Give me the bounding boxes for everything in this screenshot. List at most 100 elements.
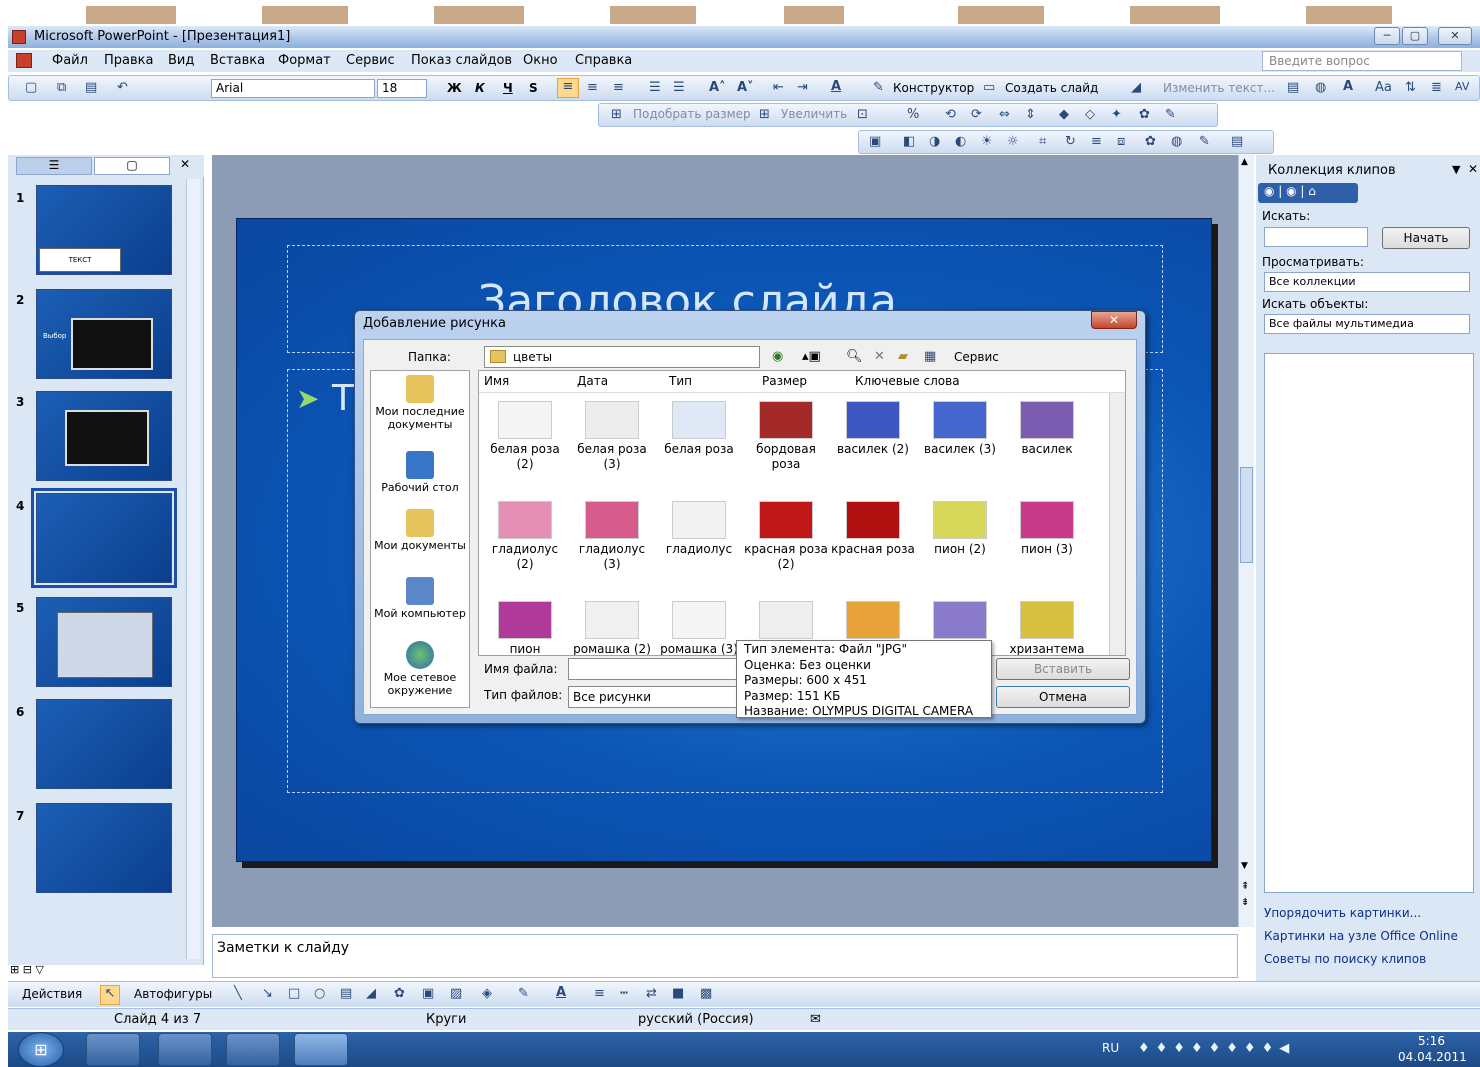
wordart-vertical-icon[interactable]: ⇅ xyxy=(1405,80,1416,95)
file-thumbnail-item[interactable]: гладиолус (3) xyxy=(570,501,654,572)
wordart-insert-icon[interactable]: ◢ xyxy=(366,986,376,1001)
new-document-icon[interactable]: ▢ xyxy=(25,80,37,95)
delete-icon[interactable]: ✕ xyxy=(874,349,885,364)
search-go-button[interactable]: Начать xyxy=(1382,227,1470,249)
notes-pane[interactable]: Заметки к слайду xyxy=(212,934,1238,978)
back-icon[interactable]: ◉ xyxy=(772,349,783,364)
set-transparent-icon[interactable]: ✎ xyxy=(1199,134,1210,149)
prev-slide-icon[interactable]: ⇞ xyxy=(1241,881,1249,892)
color-icon[interactable]: ◧ xyxy=(903,134,915,149)
maximize-button[interactable]: ▢ xyxy=(1402,27,1428,45)
slide-thumbnail-5[interactable] xyxy=(36,597,172,687)
line-color-icon[interactable]: ✎ xyxy=(1165,107,1176,122)
arrow-style-icon[interactable]: ⇄ xyxy=(646,986,657,1001)
scroll-down-icon[interactable]: ▼ xyxy=(1241,861,1248,871)
file-thumbnail-item[interactable] xyxy=(744,601,828,642)
underline-button[interactable]: Ч xyxy=(503,81,513,95)
file-thumbnail-item[interactable]: пион (3) xyxy=(1005,501,1089,557)
start-button[interactable]: ⊞ xyxy=(18,1032,64,1067)
column-keywords[interactable]: Ключевые слова xyxy=(855,374,960,388)
up-folder-icon[interactable]: ▴▣ xyxy=(802,349,821,364)
file-thumbnail-item[interactable]: гладиолус xyxy=(657,501,741,557)
decrease-indent-icon[interactable]: ⇤ xyxy=(773,80,784,95)
collections-select[interactable]: Все коллекции xyxy=(1264,272,1470,292)
place-network[interactable]: Мое сетевое окружение xyxy=(371,641,469,697)
file-thumbnail-item[interactable]: белая роза (2) xyxy=(483,401,567,472)
menu-window[interactable]: Окно xyxy=(523,53,558,68)
search-web-icon[interactable]: 🔍︎ xyxy=(846,349,863,364)
folder-select[interactable]: цветы xyxy=(484,346,760,368)
media-player-taskbar-icon[interactable] xyxy=(226,1033,280,1066)
scroll-thumb[interactable] xyxy=(1240,467,1253,563)
decrease-font-icon[interactable]: A˅ xyxy=(737,80,754,95)
powerpoint-app-icon[interactable] xyxy=(12,30,26,44)
line-style-icon[interactable]: ≡ xyxy=(1091,134,1102,149)
autoshapes-menu[interactable]: Автофигуры xyxy=(134,987,212,1001)
file-list-scrollbar[interactable] xyxy=(1109,393,1125,655)
align-center-icon[interactable]: ≡ xyxy=(587,80,598,95)
undo-icon[interactable]: ↶ xyxy=(117,80,128,95)
3d-style-icon[interactable]: ▩ xyxy=(700,986,712,1001)
file-thumbnail-item[interactable]: хризантема xyxy=(1005,601,1089,655)
change-text-button[interactable]: Изменить текст... xyxy=(1163,81,1275,95)
shape-style-icon[interactable]: ✿ xyxy=(1139,107,1150,122)
file-thumbnail-item[interactable] xyxy=(918,601,1002,642)
slide-thumbnail-3[interactable] xyxy=(36,391,172,481)
wordart-shape-icon[interactable]: A xyxy=(1343,79,1353,94)
powerpoint-taskbar-icon[interactable] xyxy=(294,1033,348,1066)
media-type-select[interactable]: Все файлы мультимедиа xyxy=(1264,314,1470,334)
filename-input[interactable] xyxy=(568,658,738,680)
insert-button[interactable]: Вставить xyxy=(996,658,1130,680)
explorer-taskbar-icon[interactable] xyxy=(158,1033,212,1066)
wordart-icon[interactable]: ◢ xyxy=(1131,80,1141,95)
line-style-draw-icon[interactable]: ≡ xyxy=(594,986,605,1001)
file-thumbnail-item[interactable]: белая роза (3) xyxy=(570,401,654,472)
file-thumbnail-item[interactable]: красная роза (2) xyxy=(744,501,828,572)
clipart-icon[interactable]: ▣ xyxy=(422,986,434,1001)
compress-icon[interactable]: ⧈ xyxy=(1117,134,1125,149)
slide-thumbnail-4[interactable] xyxy=(31,488,177,588)
increase-font-icon[interactable]: A˄ xyxy=(709,80,726,95)
line-icon[interactable]: ╲ xyxy=(234,986,242,1001)
file-thumbnail-item[interactable] xyxy=(831,601,915,642)
file-thumbnail-item[interactable]: красная роза xyxy=(831,501,915,557)
clock-date[interactable]: 04.04.2011 xyxy=(1398,1050,1467,1064)
fit-window-icon[interactable]: ⊡ xyxy=(857,107,868,122)
fill-color-icon[interactable]: ◈ xyxy=(482,986,492,1001)
clock-time[interactable]: 5:16 xyxy=(1418,1034,1445,1048)
office-online-clips-link[interactable]: Картинки на узле Office Online xyxy=(1264,929,1458,943)
wordart-same-height-icon[interactable]: Aa xyxy=(1375,80,1392,95)
actions-menu[interactable]: Действия xyxy=(22,987,82,1001)
shape-outline-icon[interactable]: ◇ xyxy=(1085,107,1095,122)
wordart-format-icon[interactable]: ◍ xyxy=(1315,80,1326,95)
dash-style-icon[interactable]: ┅ xyxy=(620,986,628,1001)
crop-icon[interactable]: ⌗ xyxy=(1039,134,1046,149)
column-date[interactable]: Дата xyxy=(577,374,608,388)
menu-file[interactable]: Файл xyxy=(52,53,88,68)
menu-slideshow[interactable]: Показ слайдов xyxy=(411,53,512,68)
font-color-icon[interactable]: A xyxy=(831,79,841,94)
shape-effect-icon[interactable]: ✦ xyxy=(1111,107,1122,122)
shadow-button[interactable]: S xyxy=(529,81,538,95)
task-pane-nav[interactable]: ◉ | ◉ | ⌂ xyxy=(1258,183,1358,203)
service-menu[interactable]: Сервис xyxy=(954,350,999,364)
file-thumbnail-item[interactable]: гладиолус (2) xyxy=(483,501,567,572)
clip-search-input[interactable] xyxy=(1264,227,1368,247)
menu-edit[interactable]: Правка xyxy=(104,53,153,68)
recolor-icon[interactable]: ✿ xyxy=(1145,134,1156,149)
close-window-button[interactable]: ✕ xyxy=(1438,27,1472,45)
wordart-gallery-icon[interactable]: ▤ xyxy=(1287,80,1299,95)
menu-format[interactable]: Формат xyxy=(278,53,331,68)
file-thumbnail-item[interactable]: василек (2) xyxy=(831,401,915,457)
select-pointer-icon[interactable]: ↖ xyxy=(100,985,120,1005)
dialog-close-button[interactable]: ✕ xyxy=(1091,311,1137,329)
paste-icon[interactable]: ▤ xyxy=(85,80,97,95)
rotate-icon[interactable]: ↻ xyxy=(1065,134,1076,149)
menu-help[interactable]: Справка xyxy=(575,53,632,68)
slide-thumbnail-6[interactable] xyxy=(36,699,172,789)
copy-icon[interactable]: ⧉ xyxy=(57,80,66,95)
column-type[interactable]: Тип xyxy=(669,374,692,388)
column-name[interactable]: Имя xyxy=(484,374,509,388)
ask-question-input[interactable]: Введите вопрос xyxy=(1262,51,1462,71)
font-size-select[interactable]: 18 xyxy=(377,79,427,98)
